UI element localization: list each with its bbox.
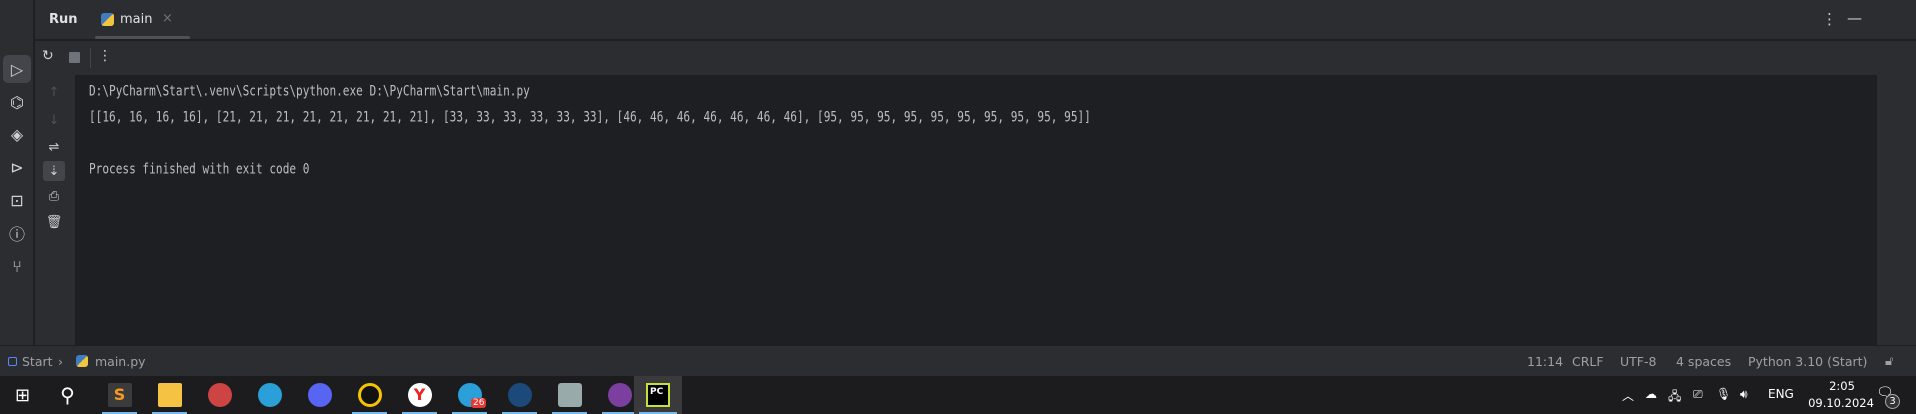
rerun-icon[interactable]: ↻ bbox=[42, 48, 54, 64]
python-interpreter[interactable]: Python 3.10 (Start) bbox=[1748, 354, 1867, 369]
line-separator[interactable]: CRLF bbox=[1572, 354, 1604, 369]
notification-count: 3 bbox=[1885, 394, 1900, 409]
soft-wrap-icon[interactable]: ⇌ bbox=[43, 137, 65, 157]
language-indicator[interactable]: ENG bbox=[1768, 387, 1794, 401]
indent-setting[interactable]: 4 spaces bbox=[1676, 354, 1731, 369]
console-line: [[16, 16, 16, 16], [21, 21, 21, 21, 21, … bbox=[89, 109, 1091, 126]
clock-date[interactable]: 09.10.2024 bbox=[1803, 396, 1879, 410]
project-icon bbox=[8, 357, 17, 366]
microphone-icon[interactable]: 🎙︎ bbox=[1716, 387, 1731, 401]
tool-window-header: Run main × ⋮ — bbox=[35, 0, 1916, 40]
discord-icon[interactable] bbox=[297, 376, 342, 414]
file-encoding[interactable]: UTF-8 bbox=[1620, 354, 1656, 369]
breadcrumb-separator: › bbox=[58, 354, 63, 369]
windows-start-icon[interactable]: ⊞ bbox=[0, 376, 45, 414]
python-console-icon[interactable]: ⌬ bbox=[3, 88, 31, 116]
run-title: Run bbox=[49, 12, 78, 27]
terminal-icon[interactable]: ⊡ bbox=[3, 186, 31, 214]
trash-icon[interactable]: 🗑 bbox=[43, 212, 65, 232]
clock-time[interactable]: 2:05 bbox=[1817, 379, 1867, 393]
notification-badge: 26 bbox=[471, 398, 487, 408]
run-icon[interactable]: ▷ bbox=[3, 55, 31, 83]
minimize-icon[interactable]: — bbox=[1847, 9, 1862, 27]
breadcrumb-project[interactable]: Start bbox=[22, 354, 53, 369]
console-gutter: ↑ ↓ ⇌ ⇣ ⎙ 🗑 bbox=[35, 75, 75, 345]
more-icon[interactable]: ⋮ bbox=[98, 48, 112, 64]
scroll-to-end-icon[interactable]: ⇣ bbox=[43, 161, 65, 181]
lock-open-icon[interactable]: 🔓︎ bbox=[1885, 354, 1893, 369]
windows-taskbar: ⊞ ⚲ S Y 26 PC ︿ ☁ 🖧︎ ⎚ 🎙︎ 🔊︎ ENG 2:05 09… bbox=[0, 376, 1916, 414]
music-icon[interactable] bbox=[347, 376, 392, 414]
tool-window-strip: ▷ ⌬ ◈ ⊳ ⊡ ⓘ ⑂ bbox=[0, 0, 34, 345]
snipping-icon[interactable] bbox=[197, 376, 242, 414]
python-file-icon bbox=[76, 355, 88, 367]
yandex-browser-icon[interactable]: Y bbox=[397, 376, 442, 414]
network-icon[interactable]: 🖧︎ bbox=[1668, 387, 1681, 408]
telegram-2-icon[interactable]: 26 bbox=[447, 376, 492, 414]
more-options-icon[interactable]: ⋮ bbox=[1822, 10, 1837, 28]
search-icon[interactable]: ⚲ bbox=[45, 376, 90, 414]
status-bar: Start › main.py 11:14 CRLF UTF-8 4 space… bbox=[0, 345, 1916, 376]
telegram-icon[interactable] bbox=[247, 376, 292, 414]
file-explorer-icon[interactable] bbox=[147, 376, 192, 414]
layers-icon[interactable]: ◈ bbox=[3, 120, 31, 148]
print-icon[interactable]: ⎙ bbox=[43, 186, 65, 206]
tab-label: main bbox=[120, 12, 153, 27]
console-line: D:\PyCharm\Start\.venv\Scripts\python.ex… bbox=[89, 83, 530, 100]
console-line: Process finished with exit code 0 bbox=[89, 161, 310, 178]
divider bbox=[90, 48, 91, 68]
tab-selected-indicator bbox=[95, 36, 190, 39]
steam-icon[interactable] bbox=[497, 376, 542, 414]
arrow-down-icon[interactable]: ↓ bbox=[43, 110, 65, 130]
scrollbar-area[interactable] bbox=[1877, 75, 1916, 345]
services-icon[interactable]: ⊳ bbox=[3, 153, 31, 181]
chevron-up-icon[interactable]: ︿ bbox=[1622, 387, 1634, 404]
problems-icon[interactable]: ⓘ bbox=[3, 219, 31, 247]
cloud-icon[interactable]: ☁ bbox=[1645, 387, 1657, 401]
pycharm-icon[interactable]: PC bbox=[634, 376, 682, 414]
arrow-up-icon[interactable]: ↑ bbox=[43, 82, 65, 102]
python-file-icon bbox=[101, 13, 114, 26]
volume-icon[interactable]: 🔊︎ bbox=[1740, 387, 1748, 402]
git-icon[interactable]: ⑂ bbox=[3, 252, 31, 280]
caret-position[interactable]: 11:14 bbox=[1527, 354, 1563, 369]
camera-icon[interactable]: ⎚ bbox=[1693, 387, 1703, 402]
close-icon[interactable]: × bbox=[162, 11, 173, 26]
console-output[interactable]: D:\PyCharm\Start\.venv\Scripts\python.ex… bbox=[75, 75, 1877, 345]
run-toolbar: ↻ ⋮ bbox=[35, 41, 1916, 75]
stop-icon[interactable] bbox=[69, 52, 80, 63]
sublime-text-icon[interactable]: S bbox=[97, 376, 142, 414]
monitor-icon[interactable] bbox=[547, 376, 592, 414]
tab-main[interactable]: main × bbox=[95, 0, 190, 40]
breadcrumb-file[interactable]: main.py bbox=[95, 354, 146, 369]
